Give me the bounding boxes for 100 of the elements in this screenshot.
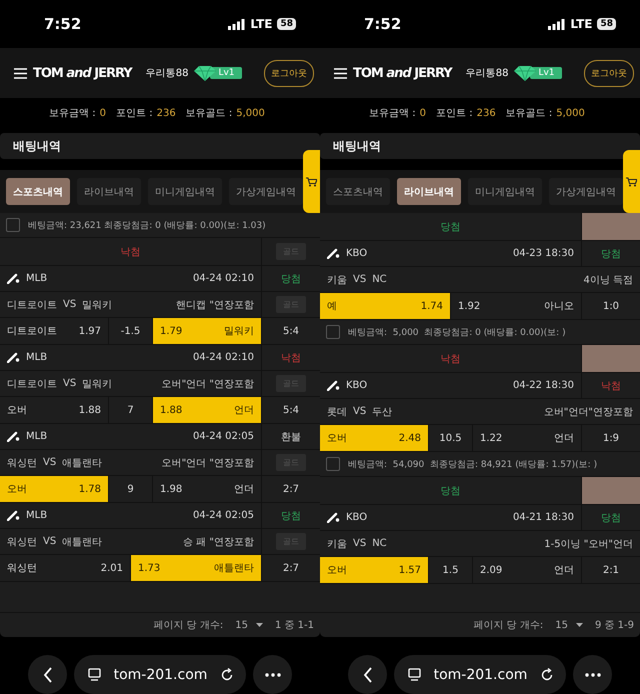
score: 5:4	[282, 326, 300, 336]
tab[interactable]: 스포츠내역	[6, 178, 70, 205]
tab[interactable]: 가상게임내역	[229, 178, 303, 205]
balance-value: 236	[476, 108, 496, 118]
odds-option[interactable]: 디트로이트 1.97	[0, 318, 109, 344]
battery-level: 58	[597, 18, 616, 30]
more-icon	[584, 672, 600, 676]
bet-summary: 베팅금액: 23,621 최종당첨금: 0 (배당률: 0.00)(보: 1.03)	[28, 220, 266, 232]
baseball-icon	[7, 352, 20, 363]
handicap-value: 1.5	[442, 564, 458, 576]
team-name: 롯데	[327, 406, 347, 418]
balance-value: 5,000	[556, 108, 585, 118]
score: 1:9	[602, 432, 620, 444]
versus-label: VS	[353, 274, 366, 285]
odds-option[interactable]: 2.09 언더	[473, 557, 582, 583]
market-label: 4이닝 득점	[583, 274, 633, 286]
odds-option[interactable]: 예 1.74	[320, 293, 451, 319]
caret-icon	[256, 623, 263, 627]
handicap-value: -1.5	[120, 326, 140, 336]
team-name: 워싱턴	[7, 456, 37, 470]
tab[interactable]: 라이브내역	[77, 178, 141, 205]
balance-value: 0	[420, 108, 426, 118]
odds-option[interactable]: 1.73 애틀랜타	[131, 555, 262, 581]
odds-option[interactable]: 1.79 밀워키	[153, 318, 262, 344]
result-label: 당첨	[281, 510, 301, 522]
score: 2:7	[282, 562, 300, 574]
balance-label: 포인트 :	[436, 107, 473, 120]
team-name: 애틀랜타	[62, 456, 102, 470]
logout-button[interactable]: 로그아웃	[264, 60, 314, 86]
handicap-value: 9	[127, 484, 134, 494]
section-title: 배팅내역	[320, 133, 640, 159]
team-name: 키움	[327, 538, 347, 550]
tab[interactable]: 가상게임내역	[549, 178, 623, 205]
market-label: 승 패 "연장포함	[183, 536, 254, 548]
tab[interactable]: 스포츠내역	[326, 178, 390, 205]
match-time: 04-21 18:30	[512, 512, 574, 523]
logo[interactable]: TOM and JERRY	[353, 66, 452, 80]
tab[interactable]: 미니게임내역	[468, 178, 542, 205]
score: 5:4	[282, 404, 300, 416]
odds-option[interactable]: 오버 2.48	[320, 425, 429, 451]
reload-icon[interactable]	[540, 668, 554, 682]
team-name: NC	[372, 538, 387, 549]
balance-value: 0	[100, 108, 106, 118]
match-time: 04-24 02:10	[192, 352, 254, 363]
result-label: 낙첨	[440, 352, 460, 366]
caret-icon	[576, 623, 583, 627]
back-button[interactable]	[348, 655, 387, 694]
checkbox[interactable]	[326, 457, 340, 471]
cart-icon	[626, 176, 637, 186]
team-name: 애틀랜타	[62, 536, 102, 548]
odds-option[interactable]: 오버 1.78	[0, 476, 109, 502]
odds-option[interactable]: 1.92 아니오	[451, 293, 582, 319]
per-page-select[interactable]: 15	[235, 620, 263, 630]
result-label: 낙첨	[281, 352, 301, 364]
score: 2:7	[282, 484, 300, 494]
back-button[interactable]	[28, 655, 67, 694]
result-label: 낙첨	[601, 380, 621, 392]
address-bar[interactable]: tom-201.com	[394, 655, 566, 694]
menu-icon[interactable]	[334, 68, 347, 78]
tab[interactable]: 미니게임내역	[148, 178, 222, 205]
odds-option[interactable]: 1.98 언더	[153, 476, 262, 502]
network-label: LTE	[250, 17, 272, 31]
odds-option[interactable]: 1.88 언더	[153, 397, 262, 423]
back-icon	[362, 666, 372, 682]
per-page-select[interactable]: 15	[555, 620, 583, 630]
odds-option[interactable]: 1.22 언더	[473, 425, 582, 451]
handicap-value: 7	[127, 404, 134, 416]
versus-label: VS	[43, 536, 56, 547]
odds-option[interactable]: 오버 1.57	[320, 557, 429, 583]
cart-button[interactable]	[623, 150, 640, 213]
result-label: 당첨	[440, 220, 460, 234]
url-text: tom-201.com	[114, 666, 208, 682]
menu-icon[interactable]	[14, 68, 27, 78]
cart-button[interactable]	[303, 150, 320, 213]
baseball-icon	[327, 248, 340, 259]
tab[interactable]: 라이브내역	[397, 178, 461, 205]
score: 2:1	[602, 564, 620, 576]
page-icon	[408, 668, 421, 682]
logout-button[interactable]: 로그아웃	[584, 60, 634, 86]
team-name: 디트로이트	[7, 298, 57, 312]
more-button[interactable]	[253, 655, 292, 694]
page-range: 9 중 1-9	[594, 619, 634, 632]
logo[interactable]: TOM and JERRY	[33, 66, 132, 80]
more-button[interactable]	[573, 655, 612, 694]
odds-option[interactable]: 오버 1.88	[0, 397, 109, 423]
league-name: MLB	[26, 431, 48, 442]
market-label: 오버"언더 "연장포함	[162, 456, 254, 470]
balance-label: 보유골드 :	[186, 107, 232, 120]
team-name: 밀워키	[82, 298, 112, 312]
checkbox[interactable]	[326, 325, 340, 339]
per-page-label: 페이지 당 개수:	[473, 619, 544, 632]
match-time: 04-24 02:05	[192, 431, 254, 442]
bet-summary: 베팅금액: 5,000 최종당첨금: 0 (배당률: 0.00)(보: )	[348, 326, 566, 338]
checkbox[interactable]	[6, 218, 20, 232]
versus-label: VS	[63, 378, 76, 389]
result-label: 낙첨	[120, 246, 140, 258]
bet-summary: 베팅금액: 54,090 최종당첨금: 84,921 (배당률: 1.57)(보: )	[348, 458, 598, 470]
address-bar[interactable]: tom-201.com	[74, 655, 246, 694]
reload-icon[interactable]	[220, 668, 234, 682]
handicap-value: 10.5	[439, 432, 462, 444]
